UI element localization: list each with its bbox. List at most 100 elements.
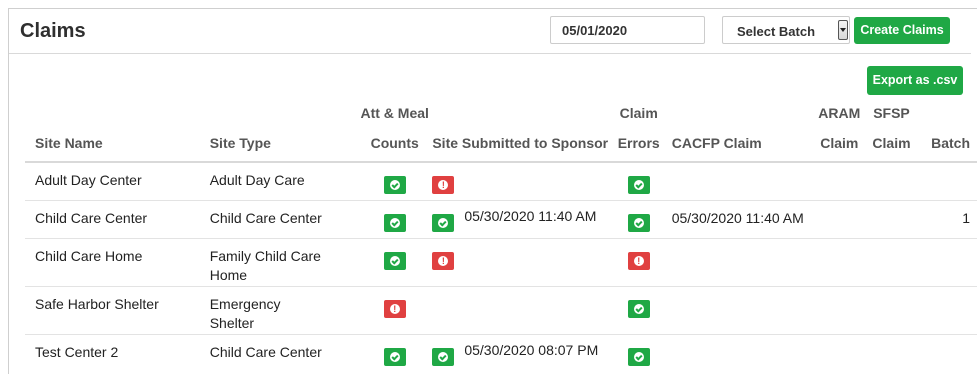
aram-claim-cell: [814, 286, 864, 335]
submitted-time: 05/30/2020 08:07 PM: [464, 342, 599, 358]
site-name-cell: Test Center 2: [25, 335, 210, 373]
header-site-type: Site Type: [209, 124, 358, 163]
header-aram-top: ARAM: [818, 104, 861, 121]
sfsp-claim-cell: [864, 335, 920, 373]
header-att-meal-top: Att & Meal: [360, 104, 429, 121]
check-circle-icon[interactable]: [627, 176, 650, 194]
check-circle-icon[interactable]: [627, 214, 650, 232]
table-row: Adult Day Center Adult Day Care: [25, 162, 977, 201]
chevron-down-icon[interactable]: [838, 20, 848, 40]
att-meal-cell: [357, 238, 433, 287]
site-type-cell: Child Care Center: [209, 200, 358, 239]
header-sfsp-claim: Claim: [863, 124, 920, 163]
batch-select[interactable]: Select Batch: [722, 16, 850, 44]
batch-cell: 1: [919, 200, 977, 239]
site-submitted-cell: 05/30/2020 11:40 AM: [432, 200, 618, 239]
header-aram-claim: Claim: [814, 124, 864, 163]
site-name-cell: Child Care Home: [25, 238, 210, 287]
claim-date-input[interactable]: [550, 16, 705, 44]
batch-cell: [919, 335, 977, 373]
att-meal-cell: [357, 286, 433, 335]
sfsp-claim-cell: [863, 286, 920, 335]
check-circle-icon[interactable]: [383, 348, 406, 366]
aram-claim-cell: [814, 200, 864, 239]
exclamation-circle-icon[interactable]: [432, 176, 455, 194]
site-name-cell: Child Care Center: [25, 200, 210, 239]
table-row: Safe Harbor Shelter Emergency Shelter: [25, 286, 977, 335]
header-sfsp-top: SFSP: [873, 104, 910, 121]
check-circle-icon[interactable]: [627, 300, 650, 318]
att-meal-cell: [357, 200, 433, 239]
site-type: Family Child Care Home: [209, 248, 321, 283]
claims-table: Att & Meal Claim ARAM SFSP Site Name Sit…: [25, 101, 977, 372]
site-name: Child Care Center: [35, 210, 148, 226]
claim-errors-cell: [617, 162, 660, 201]
site-type: Child Care Center: [209, 210, 322, 226]
cacfp-claim-cell: [660, 335, 815, 373]
claim-errors-cell: [617, 200, 660, 239]
site-type: Child Care Center: [209, 344, 322, 360]
check-circle-icon[interactable]: [383, 214, 406, 232]
site-name-cell: Safe Harbor Shelter: [25, 286, 210, 335]
site-submitted-cell: [432, 286, 618, 335]
create-claims-button[interactable]: Create Claims: [854, 17, 950, 44]
table-header-row: Site Name Site Type Counts Site Submitte…: [25, 124, 977, 163]
site-name: Safe Harbor Shelter: [35, 296, 159, 312]
check-circle-icon[interactable]: [383, 252, 406, 270]
header-claim-errors: Errors: [617, 124, 660, 163]
header-batch: Batch: [919, 124, 977, 163]
claims-panel: Claims Select Batch Create Claims Export…: [8, 8, 977, 374]
check-circle-icon[interactable]: [432, 214, 455, 232]
table-row: Test Center 2 Child Care Center 05/30/20…: [25, 335, 977, 373]
site-submitted-cell: [432, 238, 618, 287]
header-blank: [660, 101, 815, 124]
site-submitted-cell: [432, 162, 618, 201]
site-type: Adult Day Care: [209, 172, 305, 188]
batch-cell: [919, 286, 977, 335]
att-meal-cell: [357, 335, 432, 373]
batch-cell: [919, 238, 977, 287]
export-csv-button[interactable]: Export as .csv: [867, 66, 963, 95]
page-title: Claims: [20, 20, 86, 42]
header-cacfp-claim: CACFP Claim: [659, 124, 815, 163]
aram-claim-cell: [814, 238, 864, 287]
check-circle-icon[interactable]: [432, 348, 455, 366]
aram-claim-cell: [814, 162, 864, 201]
header-site-submitted: Site Submitted to Sponsor: [432, 124, 618, 163]
site-type-cell: Emergency Shelter: [209, 286, 358, 335]
header-att-meal: Counts: [357, 124, 433, 163]
batch-value: 1: [962, 210, 970, 226]
sfsp-claim-cell: [863, 238, 920, 287]
header-blank: [919, 101, 977, 124]
cacfp-claim-cell: [659, 286, 815, 335]
site-name: Adult Day Center: [35, 172, 142, 188]
sfsp-claim-cell: [863, 200, 920, 239]
claim-errors-cell: [617, 238, 660, 287]
table-row: Child Care Center Child Care Center 05/3…: [25, 200, 977, 239]
site-submitted-cell: 05/30/2020 08:07 PM: [432, 335, 617, 373]
site-type-cell: Child Care Center: [210, 335, 357, 373]
header-blank: [432, 101, 617, 124]
header-blank: [25, 101, 210, 124]
check-circle-icon[interactable]: [383, 176, 406, 194]
claim-errors-cell: [618, 335, 660, 373]
att-meal-cell: [357, 162, 433, 201]
cacfp-claim-cell: [659, 162, 815, 201]
claim-errors-cell: [617, 286, 660, 335]
site-type-cell: Family Child Care Home: [209, 238, 358, 287]
claims-header: Claims Select Batch Create Claims: [9, 9, 971, 54]
site-name: Test Center 2: [35, 344, 119, 360]
exclamation-circle-icon[interactable]: [432, 252, 455, 270]
header-site-name: Site Name: [25, 124, 210, 163]
check-circle-icon[interactable]: [627, 348, 650, 366]
header-blank: [210, 101, 357, 124]
sfsp-claim-cell: [863, 162, 920, 201]
exclamation-circle-icon[interactable]: [627, 252, 650, 270]
batch-cell: [919, 162, 977, 201]
batch-select-label: Select Batch: [737, 24, 816, 39]
exclamation-circle-icon[interactable]: [383, 300, 406, 318]
table-header-row-top: Att & Meal Claim ARAM SFSP: [25, 101, 977, 124]
aram-claim-cell: [815, 335, 864, 373]
header-claim-errors-top: Claim: [619, 104, 658, 121]
site-name: Child Care Home: [35, 248, 143, 264]
